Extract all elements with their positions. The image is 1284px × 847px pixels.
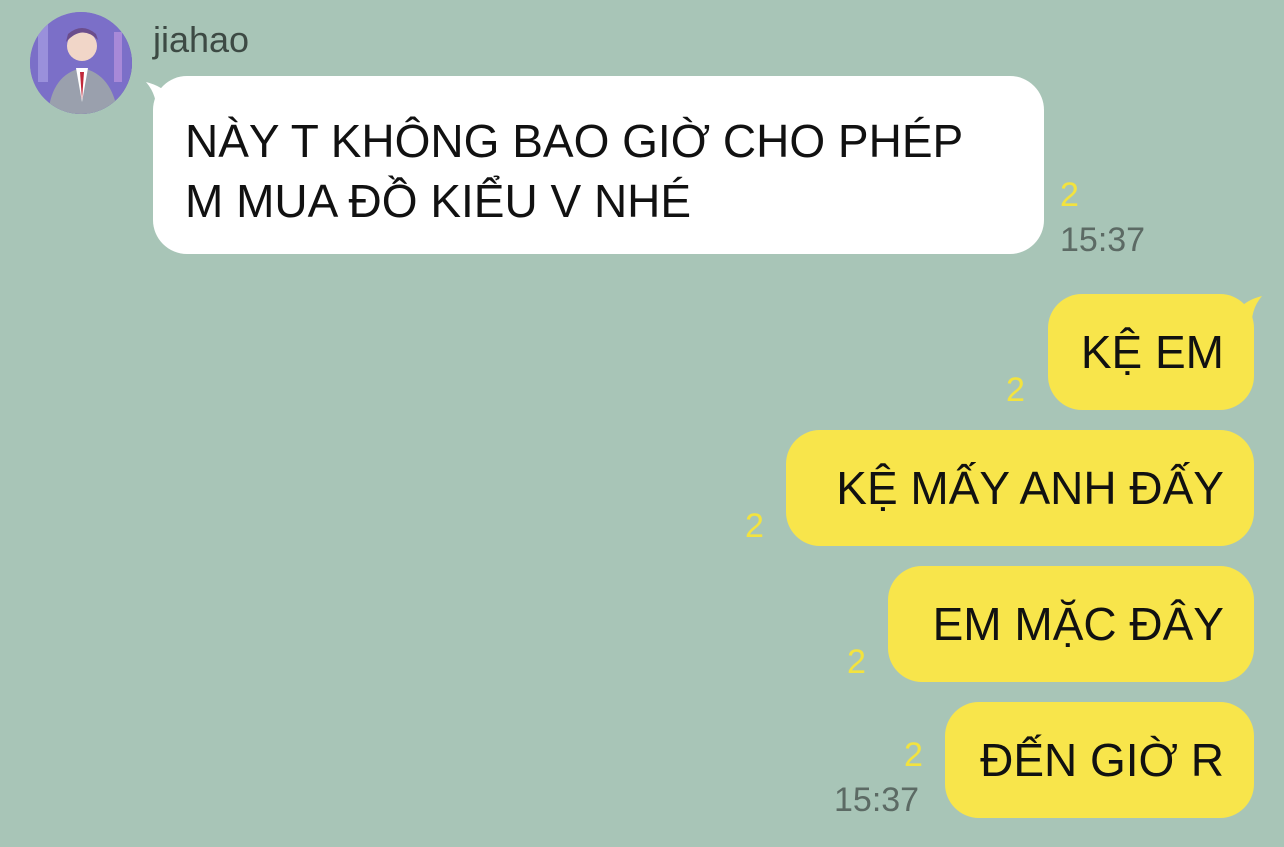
- outgoing-message-bubble[interactable]: KỆ EM: [1048, 294, 1254, 410]
- outgoing-message-bubble[interactable]: EM MẶC ĐÂY: [888, 566, 1254, 682]
- outgoing-message-text: KỆ EM: [1080, 326, 1224, 378]
- outgoing-read-count: 2: [847, 643, 866, 681]
- profile-photo-icon: [30, 12, 132, 114]
- outgoing-message-time: 15:37: [834, 781, 920, 819]
- incoming-message-time: 15:37: [1060, 221, 1146, 259]
- outgoing-message-text: EM MẶC ĐÂY: [932, 598, 1224, 650]
- outgoing-read-count: 2: [904, 736, 923, 774]
- outgoing-message-text: KỆ MẤY ANH ĐẤY: [836, 462, 1224, 514]
- incoming-read-count: 2: [1060, 176, 1079, 214]
- outgoing-read-count: 2: [1006, 371, 1025, 409]
- incoming-message-line-2: M MUA ĐỒ KIỂU V NHÉ: [185, 175, 692, 227]
- outgoing-message-bubble[interactable]: ĐẾN GIỜ R: [945, 702, 1254, 818]
- sender-avatar[interactable]: [30, 12, 132, 114]
- incoming-message-line-1: NÀY T KHÔNG BAO GIỜ CHO PHÉP: [185, 115, 964, 167]
- outgoing-read-count: 2: [745, 507, 764, 545]
- outgoing-message-bubble[interactable]: KỆ MẤY ANH ĐẤY: [786, 430, 1254, 546]
- incoming-message-bubble[interactable]: NÀY T KHÔNG BAO GIỜ CHO PHÉP M MUA ĐỒ KI…: [153, 76, 1044, 254]
- sender-name: jiahao: [153, 19, 250, 60]
- outgoing-message-text: ĐẾN GIỜ R: [980, 734, 1224, 786]
